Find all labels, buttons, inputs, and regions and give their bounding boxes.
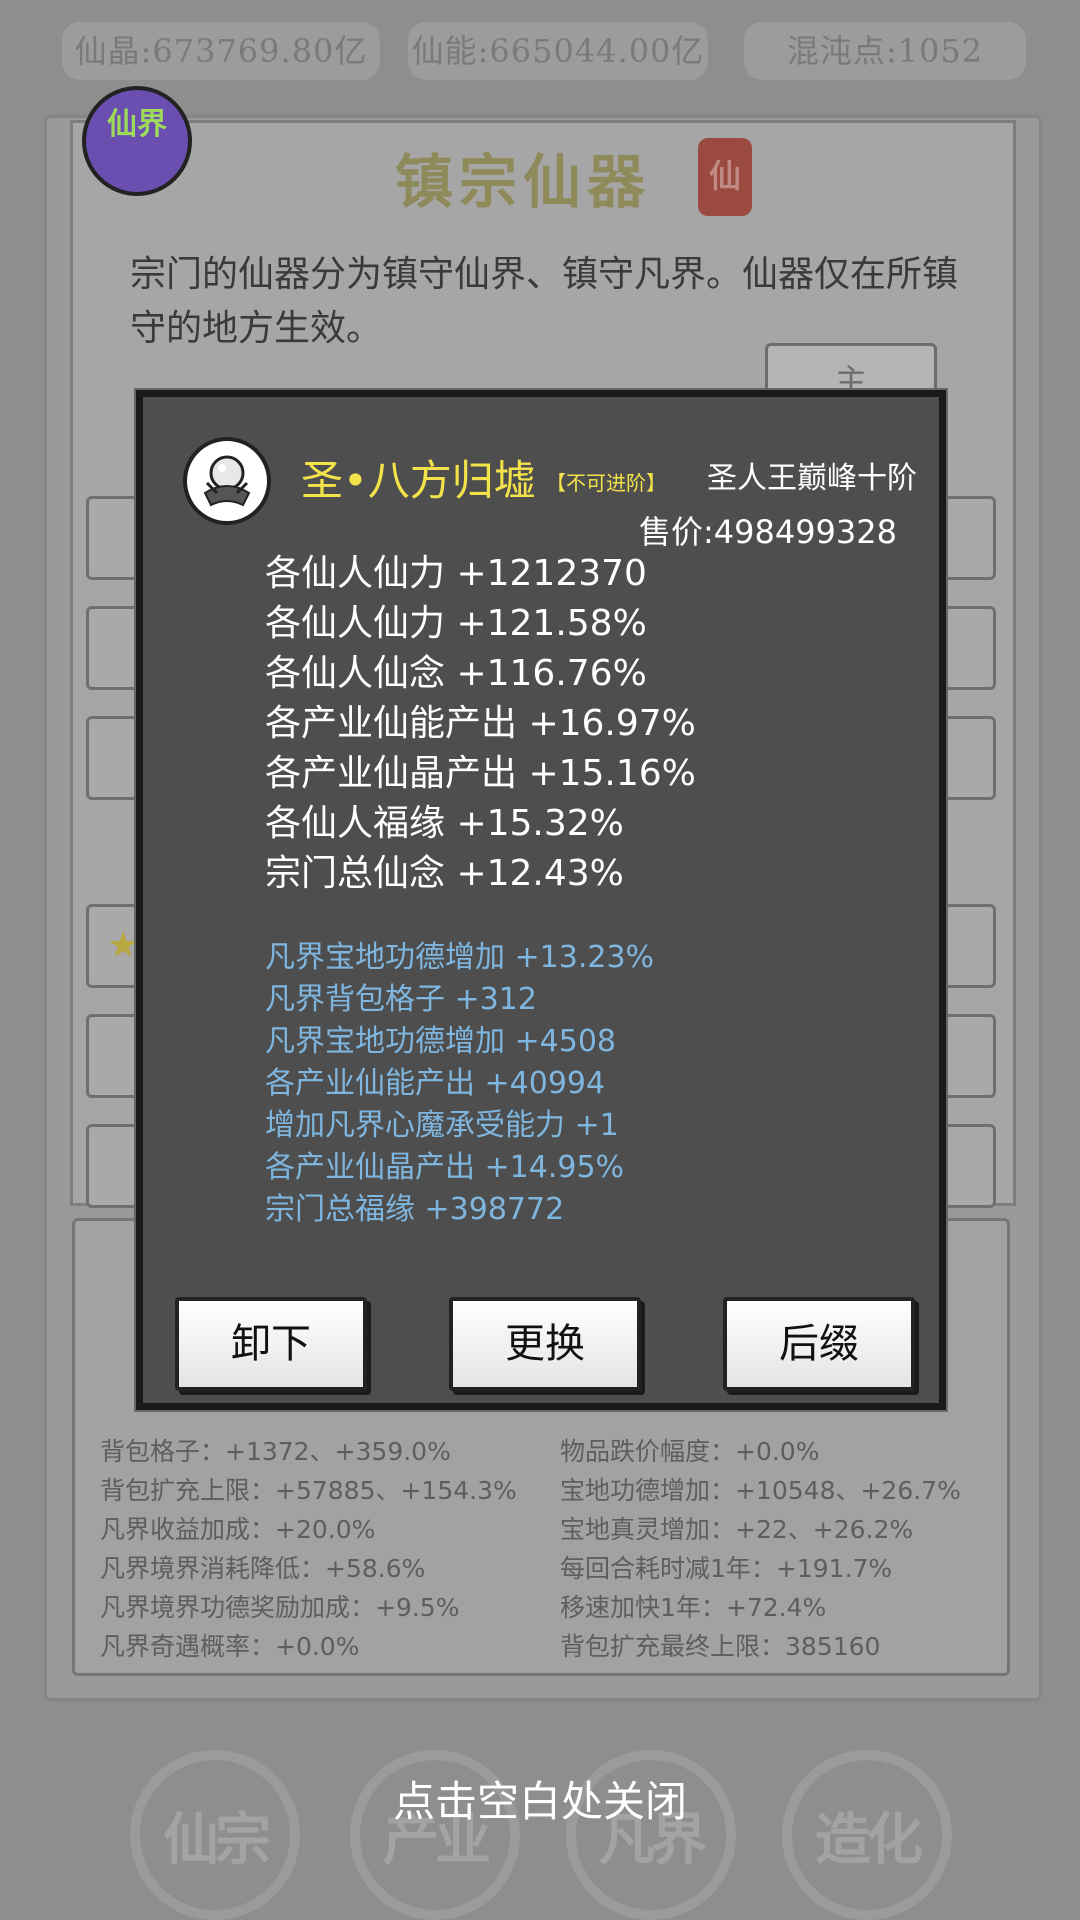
- extra-stat: 各产业仙晶产出 +14.95%: [265, 1150, 625, 1185]
- extra-stat: 凡界宝地功德增加 +13.23%: [265, 940, 655, 975]
- main-stats-list: 各仙人仙力 +1212370 各仙人仙力 +121.58% 各仙人仙念 +116…: [265, 549, 696, 899]
- stat-right: 物品跌价幅度：+0.0%: [560, 1437, 820, 1466]
- stat-left: 凡界境界消耗降低：+58.6%: [100, 1554, 426, 1583]
- extra-stat: 宗门总福缘 +398772: [265, 1192, 565, 1227]
- unequip-button[interactable]: 卸下: [175, 1297, 367, 1391]
- close-hint[interactable]: 点击空白处关闭: [0, 1768, 1080, 1829]
- artifact-name: 圣•八方归墟: [301, 456, 536, 505]
- stat-right: 每回合耗时减1年：+191.7%: [560, 1554, 893, 1583]
- stat-right: 移速加快1年：+72.4%: [560, 1593, 827, 1622]
- energy-counter: 仙能:665044.00亿: [408, 22, 708, 80]
- stat-right: 宝地功德增加：+10548、+26.7%: [560, 1476, 961, 1505]
- artifact-tag: 【不可进阶】: [546, 471, 666, 495]
- main-stat: 各仙人仙力 +121.58%: [265, 603, 647, 644]
- realm-badge-label: 仙界: [107, 107, 167, 142]
- main-stat: 各仙人仙力 +1212370: [265, 553, 647, 594]
- replace-button[interactable]: 更换: [449, 1297, 641, 1391]
- main-stat: 各仙人福缘 +15.32%: [265, 803, 624, 844]
- artifact-detail-dialog: 圣•八方归墟 【不可进阶】 圣人王巅峰十阶 售价:498499328 各仙人仙力…: [136, 390, 946, 1410]
- extra-stat: 凡界宝地功德增加 +4508: [265, 1024, 617, 1059]
- main-stat: 各仙人仙念 +116.76%: [265, 653, 647, 694]
- crystal-counter: 仙晶:673769.80亿: [62, 22, 380, 80]
- page-description: 宗门的仙器分为镇守仙界、镇守凡界。仙器仅在所镇守的地方生效。: [130, 254, 959, 349]
- seal-icon: 仙: [698, 138, 752, 216]
- extra-stat: 增加凡界心魔承受能力 +1: [265, 1108, 619, 1143]
- main-stat: 各产业仙晶产出 +15.16%: [265, 753, 696, 794]
- extra-stats-list: 凡界宝地功德增加 +13.23% 凡界背包格子 +312 凡界宝地功德增加 +4…: [265, 937, 654, 1231]
- suffix-button[interactable]: 后缀: [723, 1297, 915, 1391]
- main-stat: 各产业仙能产出 +16.97%: [265, 703, 696, 744]
- stat-left: 凡界境界功德奖励加成：+9.5%: [100, 1593, 460, 1622]
- artifact-rank: 圣人王巅峰十阶: [707, 461, 917, 496]
- stat-right: 背包扩充最终上限：385160: [560, 1632, 881, 1661]
- artifact-price: 售价:498499328: [638, 513, 897, 551]
- main-stat: 宗门总仙念 +12.43%: [265, 853, 624, 894]
- artifact-icon: [183, 437, 271, 525]
- extra-stat: 凡界背包格子 +312: [265, 982, 537, 1017]
- stat-left: 凡界收益加成：+20.0%: [100, 1515, 376, 1544]
- stat-left: 背包扩充上限：+57885、+154.3%: [100, 1476, 517, 1505]
- stat-left: 背包格子：+1372、+359.0%: [100, 1437, 451, 1466]
- realm-switch-button[interactable]: 仙界: [82, 86, 192, 196]
- stat-right: 宝地真灵增加：+22、+26.2%: [560, 1515, 914, 1544]
- chaos-counter: 混沌点:1052: [744, 22, 1026, 80]
- extra-stat: 各产业仙能产出 +40994: [265, 1066, 606, 1101]
- page-title: 镇宗仙器: [395, 148, 652, 216]
- star-icon: ★: [107, 925, 140, 966]
- crystal-orb-icon: [203, 455, 251, 507]
- stat-left: 凡界奇遇概率：+0.0%: [100, 1632, 360, 1661]
